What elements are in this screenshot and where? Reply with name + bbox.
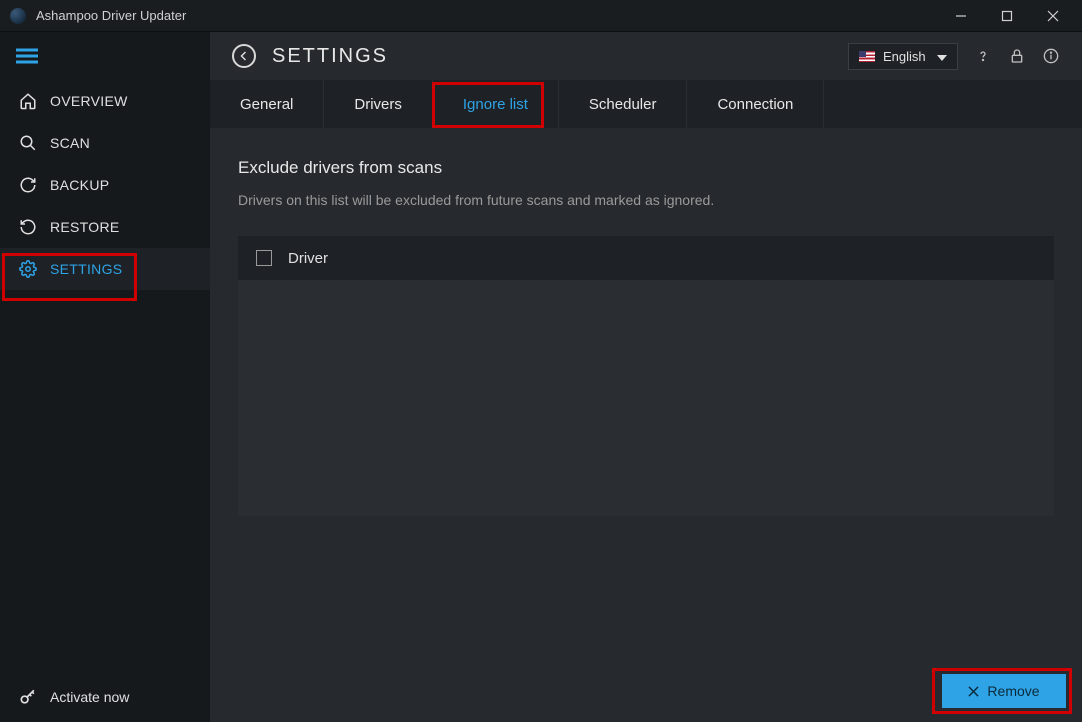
sidebar-item-label: OVERVIEW xyxy=(50,93,128,109)
remove-button[interactable]: Remove xyxy=(942,674,1066,708)
tab-ignore-list[interactable]: Ignore list xyxy=(433,80,559,128)
restore-icon xyxy=(18,218,38,236)
app-icon xyxy=(10,8,26,24)
search-icon xyxy=(18,134,38,152)
info-button[interactable] xyxy=(1042,47,1060,65)
back-button[interactable] xyxy=(232,44,256,68)
remove-button-label: Remove xyxy=(987,683,1039,699)
ignore-list-body xyxy=(238,280,1054,516)
sidebar-item-settings[interactable]: SETTINGS xyxy=(0,248,210,290)
main-panel: SETTINGS English General Drivers Ignore … xyxy=(210,32,1082,722)
sidebar-item-scan[interactable]: SCAN xyxy=(0,122,210,164)
window-title: Ashampoo Driver Updater xyxy=(36,8,938,23)
help-button[interactable] xyxy=(974,47,992,65)
sidebar-item-label: SCAN xyxy=(50,135,90,151)
language-select[interactable]: English xyxy=(848,43,958,70)
sidebar-item-backup[interactable]: BACKUP xyxy=(0,164,210,206)
close-icon xyxy=(968,686,979,697)
titlebar: Ashampoo Driver Updater xyxy=(0,0,1082,32)
maximize-button[interactable] xyxy=(984,0,1030,32)
tab-general[interactable]: General xyxy=(210,80,324,128)
close-button[interactable] xyxy=(1030,0,1076,32)
main-header: SETTINGS English xyxy=(210,32,1082,80)
lock-button[interactable] xyxy=(1008,47,1026,65)
minimize-button[interactable] xyxy=(938,0,984,32)
hamburger-button[interactable] xyxy=(0,32,210,80)
chevron-down-icon xyxy=(937,49,947,64)
sidebar: OVERVIEW SCAN BACKUP RESTORE SETTINGS Ac… xyxy=(0,32,210,722)
select-all-checkbox[interactable] xyxy=(256,250,272,266)
tab-connection[interactable]: Connection xyxy=(687,80,824,128)
content-area: Exclude drivers from scans Drivers on th… xyxy=(210,128,1082,722)
sidebar-item-overview[interactable]: OVERVIEW xyxy=(0,80,210,122)
sidebar-item-label: BACKUP xyxy=(50,177,109,193)
section-title: Exclude drivers from scans xyxy=(238,158,1054,178)
window-controls xyxy=(938,0,1076,32)
key-icon xyxy=(18,687,38,707)
settings-tabs: General Drivers Ignore list Scheduler Co… xyxy=(210,80,1082,128)
sidebar-item-label: SETTINGS xyxy=(50,261,122,277)
sidebar-item-label: RESTORE xyxy=(50,219,120,235)
flag-us-icon xyxy=(859,51,875,62)
sidebar-item-restore[interactable]: RESTORE xyxy=(0,206,210,248)
column-header-driver: Driver xyxy=(288,250,328,267)
page-title: SETTINGS xyxy=(272,45,848,68)
activate-now-label: Activate now xyxy=(50,689,129,705)
language-label: English xyxy=(883,49,926,64)
activate-now-button[interactable]: Activate now xyxy=(0,672,210,722)
gear-icon xyxy=(18,260,38,278)
home-icon xyxy=(18,92,38,110)
list-header: Driver xyxy=(238,236,1054,280)
section-description: Drivers on this list will be excluded fr… xyxy=(238,192,1054,208)
backup-icon xyxy=(18,176,38,194)
tab-drivers[interactable]: Drivers xyxy=(324,80,433,128)
tab-scheduler[interactable]: Scheduler xyxy=(559,80,688,128)
